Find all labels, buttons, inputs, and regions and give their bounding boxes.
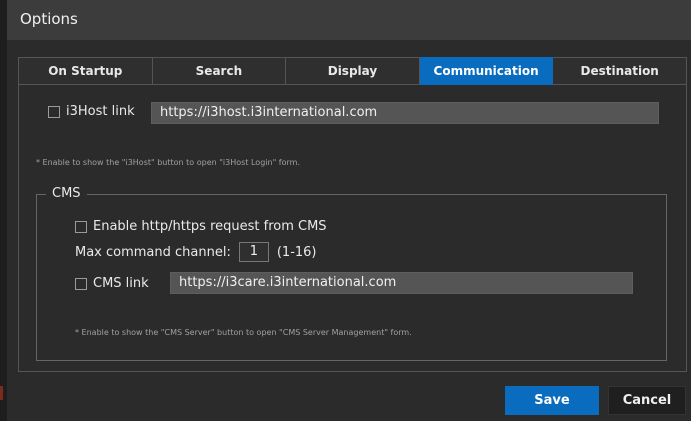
cms-enable-request-row: Enable http/https request from CMS bbox=[75, 219, 327, 234]
cms-link-checkbox[interactable] bbox=[75, 277, 87, 290]
save-button[interactable]: Save bbox=[505, 386, 599, 415]
cms-note: * Enable to show the "CMS Server" button… bbox=[75, 328, 412, 337]
cms-link-label: CMS link bbox=[93, 276, 149, 291]
i3host-link-row: i3Host link bbox=[48, 104, 135, 119]
cms-enable-request-checkbox[interactable] bbox=[75, 220, 87, 233]
cms-group-label: CMS bbox=[46, 186, 87, 201]
max-command-channel-range: (1-16) bbox=[276, 244, 317, 260]
tab-search[interactable]: Search bbox=[152, 57, 287, 85]
max-command-channel-label: Max command channel: bbox=[75, 244, 231, 260]
i3host-link-label: i3Host link bbox=[66, 104, 135, 119]
title-bar[interactable]: Options bbox=[7, 0, 691, 40]
max-command-channel-row: Max command channel: 1 (1-16) bbox=[75, 242, 317, 262]
tab-communication[interactable]: Communication bbox=[419, 57, 554, 85]
cms-url-field[interactable]: https://i3care.i3international.com bbox=[170, 272, 633, 294]
i3host-link-checkbox[interactable] bbox=[48, 105, 60, 118]
cancel-button[interactable]: Cancel bbox=[608, 386, 686, 415]
dialog-title: Options bbox=[20, 10, 78, 28]
tab-bar: On Startup Search Display Communication … bbox=[18, 57, 687, 85]
tab-destination[interactable]: Destination bbox=[553, 57, 687, 85]
tab-on-startup[interactable]: On Startup bbox=[18, 57, 153, 85]
tab-display[interactable]: Display bbox=[286, 57, 420, 85]
cms-link-row: CMS link bbox=[75, 276, 149, 291]
i3host-url-field[interactable]: https://i3host.i3international.com bbox=[151, 102, 659, 124]
window-edge-marker bbox=[0, 386, 3, 400]
i3host-note: * Enable to show the "i3Host" button to … bbox=[36, 158, 300, 167]
cms-enable-request-label: Enable http/https request from CMS bbox=[93, 219, 327, 234]
max-command-channel-input[interactable]: 1 bbox=[238, 242, 269, 262]
